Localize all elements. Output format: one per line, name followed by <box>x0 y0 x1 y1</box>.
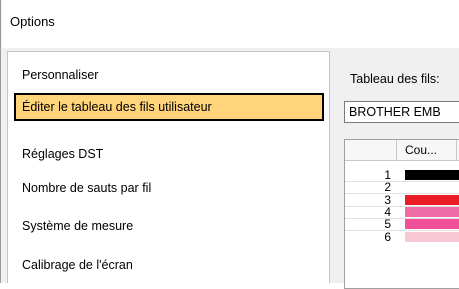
grid-row-divider <box>345 230 459 231</box>
options-category-list[interactable]: Personnaliser Éditer le tableau des fils… <box>7 51 330 283</box>
grid-header-divider <box>456 140 457 161</box>
sidebar-item-label: Personnaliser <box>22 68 99 82</box>
sidebar-item-edit-user-thread-table[interactable]: Éditer le tableau des fils utilisateur <box>14 93 324 121</box>
grid-column-header-label: Cou... <box>405 143 438 157</box>
sidebar-item-label: Réglages DST <box>22 147 104 161</box>
options-dialog: Options Personnaliser Éditer le tableau … <box>0 0 459 289</box>
grid-row-number: 5 <box>384 217 391 231</box>
grid-column-header-color[interactable]: Cou... <box>397 140 459 161</box>
sidebar-item-label: Nombre de sauts par fil <box>22 181 152 195</box>
grid-row-number: 2 <box>384 180 391 194</box>
sidebar-item-dst-settings[interactable]: Réglages DST <box>14 140 324 168</box>
window-title: Options <box>10 14 55 29</box>
sidebar-item-personnaliser[interactable]: Personnaliser <box>14 61 324 89</box>
grid-corner-header <box>345 140 397 161</box>
thread-color-grid[interactable]: Cou... 1 2 3 4 5 6 <box>344 139 459 289</box>
thread-table-dropdown-value: BROTHER EMB <box>349 105 441 119</box>
sidebar-item-jumps-per-thread[interactable]: Nombre de sauts par fil <box>14 174 324 202</box>
sidebar-item-label: Éditer le tableau des fils utilisateur <box>22 100 212 114</box>
thread-table-dropdown[interactable]: BROTHER EMB <box>344 101 459 123</box>
thread-color-swatch[interactable] <box>405 195 459 205</box>
settings-panel: Tableau des fils: BROTHER EMB Cou... 1 2… <box>336 51 459 289</box>
thread-table-label: Tableau des fils: <box>350 72 440 86</box>
sidebar-item-label: Système de mesure <box>22 219 134 233</box>
thread-color-swatch[interactable] <box>405 232 459 242</box>
thread-color-swatch[interactable] <box>405 182 459 192</box>
grid-row-divider <box>345 193 459 194</box>
sidebar-item-label: Calibrage de l'écran <box>22 258 133 272</box>
thread-color-swatch[interactable] <box>405 170 459 180</box>
title-bar[interactable]: Options <box>2 0 459 48</box>
grid-row-number: 6 <box>384 230 391 244</box>
sidebar-item-measurement-system[interactable]: Système de mesure <box>14 212 324 240</box>
sidebar-item-screen-calibration[interactable]: Calibrage de l'écran <box>14 251 324 279</box>
thread-color-swatch[interactable] <box>405 207 459 217</box>
thread-color-swatch[interactable] <box>405 219 459 229</box>
